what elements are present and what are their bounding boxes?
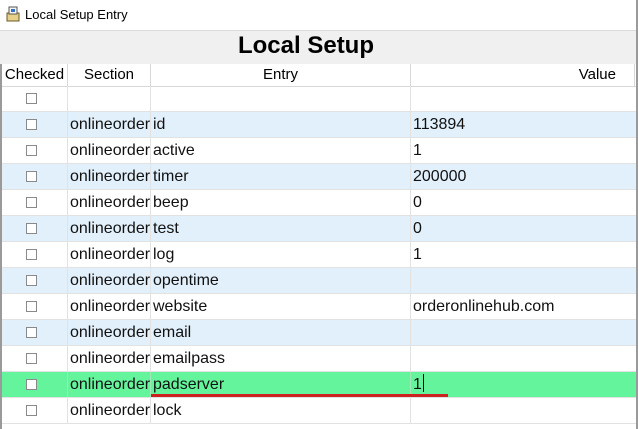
row-checkbox[interactable]	[26, 171, 37, 182]
value-cell[interactable]	[411, 320, 637, 345]
section-cell[interactable]: onlineorder	[68, 242, 151, 267]
section-cell[interactable]: onlineorder	[68, 190, 151, 215]
section-cell[interactable]: onlineorder	[68, 268, 151, 293]
checked-cell[interactable]	[2, 138, 68, 163]
checked-cell[interactable]	[2, 294, 68, 319]
entry-cell[interactable]	[151, 86, 411, 111]
value-cell[interactable]: 113894	[411, 112, 637, 137]
table-row[interactable]: onlineorder lock	[2, 398, 637, 424]
table-row[interactable]: onlineorder timer 200000	[2, 164, 637, 190]
setup-grid: Checked Section Entry Value onlineorder …	[0, 64, 637, 429]
entry-cell[interactable]: log	[151, 242, 411, 267]
title-bar: Local Setup Entry	[0, 0, 638, 31]
row-checkbox[interactable]	[26, 197, 37, 208]
row-checkbox[interactable]	[26, 405, 37, 416]
value-cell[interactable]	[411, 346, 637, 371]
checked-cell[interactable]	[2, 268, 68, 293]
row-checkbox[interactable]	[26, 327, 37, 338]
table-row[interactable]: onlineorder active 1	[2, 138, 637, 164]
column-header-value[interactable]: Value	[411, 64, 635, 86]
row-checkbox[interactable]	[26, 353, 37, 364]
value-cell[interactable]: 1	[411, 138, 637, 163]
row-checkbox[interactable]	[26, 275, 37, 286]
row-checkbox[interactable]	[26, 223, 37, 234]
row-checkbox[interactable]	[26, 301, 37, 312]
table-row[interactable]: onlineorder opentime	[2, 268, 637, 294]
row-checkbox[interactable]	[26, 249, 37, 260]
table-row[interactable]	[2, 86, 637, 112]
section-cell[interactable]: onlineorder	[68, 164, 151, 189]
table-row[interactable]: onlineorder email	[2, 320, 637, 346]
section-cell[interactable]: onlineorder	[68, 398, 151, 423]
checked-cell[interactable]	[2, 164, 68, 189]
checked-cell[interactable]	[2, 190, 68, 215]
value-cell[interactable]	[411, 86, 637, 111]
column-header-checked[interactable]: Checked	[2, 64, 68, 86]
section-cell[interactable]: onlineorder	[68, 138, 151, 163]
checked-cell[interactable]	[2, 346, 68, 371]
checked-cell[interactable]	[2, 242, 68, 267]
value-cell[interactable]: 0	[411, 216, 637, 241]
checked-cell[interactable]	[2, 398, 68, 423]
table-row[interactable]: onlineorder id 113894	[2, 112, 637, 138]
table-row[interactable]: onlineorder beep 0	[2, 190, 637, 216]
entry-cell[interactable]: active	[151, 138, 411, 163]
table-row[interactable]: onlineorder website orderonlinehub.com	[2, 294, 637, 320]
value-cell[interactable]	[411, 268, 637, 293]
value-cell[interactable]: 1	[411, 242, 637, 267]
page-title: Local Setup	[237, 32, 375, 59]
column-header-entry[interactable]: Entry	[151, 64, 411, 86]
section-cell[interactable]	[68, 86, 151, 111]
section-cell[interactable]: onlineorder	[68, 216, 151, 241]
value-cell[interactable]: orderonlinehub.com	[411, 294, 637, 319]
row-checkbox[interactable]	[26, 119, 37, 130]
checked-cell[interactable]	[2, 86, 68, 111]
heading-area: Local Setup	[0, 31, 638, 65]
entry-cell[interactable]: opentime	[151, 268, 411, 293]
row-checkbox[interactable]	[26, 379, 37, 390]
section-cell[interactable]: onlineorder	[68, 372, 151, 397]
entry-cell[interactable]: beep	[151, 190, 411, 215]
window-title: Local Setup Entry	[25, 7, 128, 22]
table-row[interactable]: onlineorder test 0	[2, 216, 637, 242]
checked-cell[interactable]	[2, 372, 68, 397]
value-cell[interactable]: 200000	[411, 164, 637, 189]
column-header-section[interactable]: Section	[68, 64, 151, 86]
section-cell[interactable]: onlineorder	[68, 320, 151, 345]
app-icon	[6, 6, 20, 22]
value-edit-text[interactable]: 1	[413, 376, 422, 393]
checked-cell[interactable]	[2, 320, 68, 345]
entry-cell[interactable]: id	[151, 112, 411, 137]
entry-cell[interactable]: email	[151, 320, 411, 345]
left-border	[0, 64, 2, 429]
row-checkbox[interactable]	[26, 93, 37, 104]
value-cell[interactable]: 0	[411, 190, 637, 215]
entry-cell[interactable]: timer	[151, 164, 411, 189]
table-row[interactable]: onlineorder log 1	[2, 242, 637, 268]
row-checkbox[interactable]	[26, 145, 37, 156]
entry-cell[interactable]: lock	[151, 398, 411, 423]
entry-cell[interactable]: website	[151, 294, 411, 319]
checked-cell[interactable]	[2, 216, 68, 241]
entry-cell[interactable]: test	[151, 216, 411, 241]
section-cell[interactable]: onlineorder	[68, 112, 151, 137]
highlight-underline	[151, 394, 448, 397]
table-row[interactable]: onlineorder emailpass	[2, 346, 637, 372]
section-cell[interactable]: onlineorder	[68, 346, 151, 371]
grid-header: Checked Section Entry Value	[0, 64, 637, 87]
checked-cell[interactable]	[2, 112, 68, 137]
entry-cell[interactable]: emailpass	[151, 346, 411, 371]
section-cell[interactable]: onlineorder	[68, 294, 151, 319]
value-cell[interactable]	[411, 398, 637, 423]
text-caret	[422, 374, 424, 392]
